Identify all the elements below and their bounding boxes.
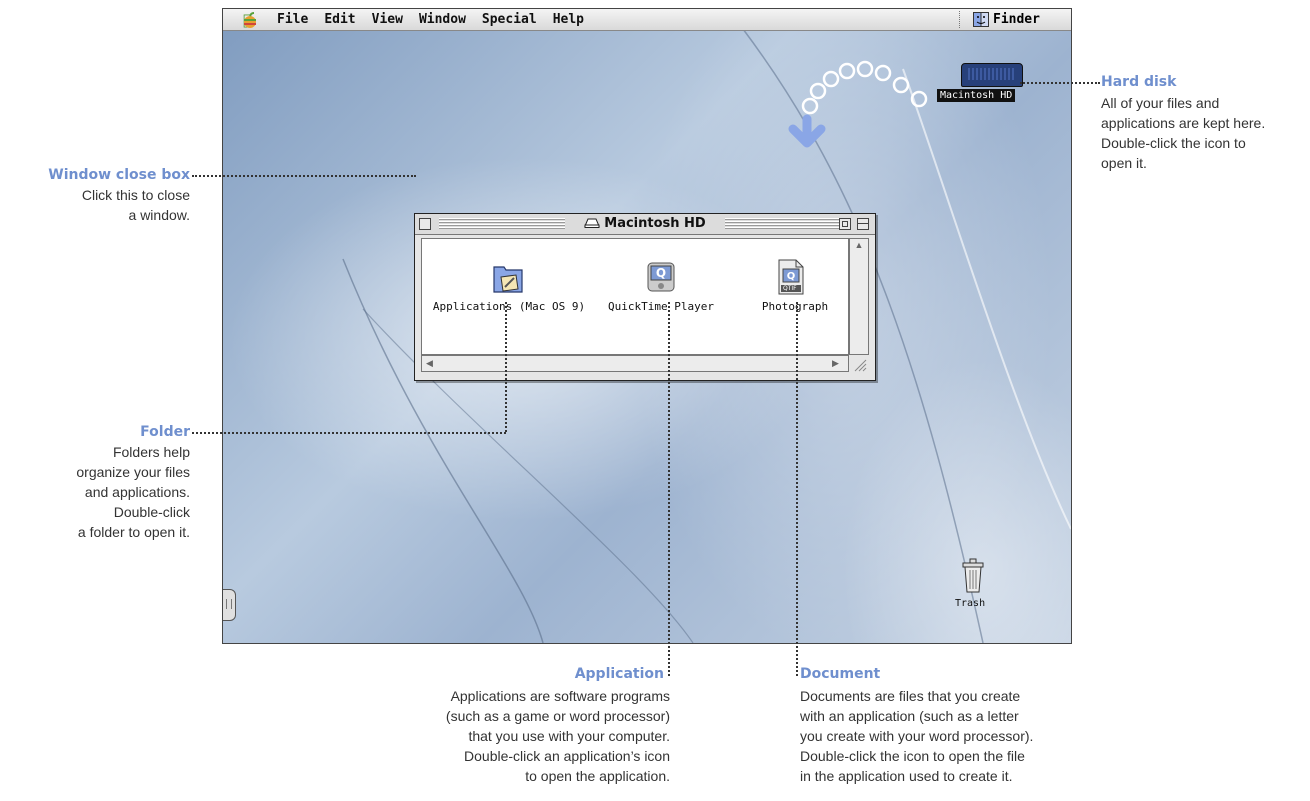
trash-icon[interactable] xyxy=(961,557,985,593)
window-title: Macintosh HD xyxy=(565,215,725,233)
quicktime-icon[interactable]: Q xyxy=(644,261,678,295)
app-menu-finder[interactable]: Finder xyxy=(993,9,1040,30)
window-content: Applications (Mac OS 9) Q QuickTime Play… xyxy=(421,238,849,355)
callout-application-body: Applications are software programs (such… xyxy=(445,688,670,784)
hard-disk-icon[interactable] xyxy=(961,63,1023,87)
svg-text:Q: Q xyxy=(787,271,796,282)
callout-hard-disk-body: All of your files and applications are k… xyxy=(1101,95,1266,171)
scroll-left-arrow-icon[interactable]: ◀ xyxy=(426,357,433,369)
menu-bar:  FileEditViewWindowSpecialHelp Finder xyxy=(223,9,1071,31)
menu-edit[interactable]: Edit xyxy=(316,9,363,30)
callout-application-title: Application xyxy=(574,666,664,682)
application-leader xyxy=(668,302,670,676)
folder-leader-v xyxy=(505,302,507,432)
hard-disk-leader xyxy=(1020,82,1100,84)
drive-small-icon xyxy=(584,218,601,228)
hard-disk-label[interactable]: Macintosh HD xyxy=(937,89,1016,102)
window-title-text: Macintosh HD xyxy=(604,216,706,231)
desktop-screen:  FileEditViewWindowSpecialHelp Finder M… xyxy=(222,8,1072,644)
scroll-right-arrow-icon[interactable]: ▶ xyxy=(832,357,839,369)
resize-grip-icon[interactable] xyxy=(851,356,867,372)
icon-label-applications[interactable]: Applications (Mac OS 9) xyxy=(422,300,596,313)
menu-special[interactable]: Special xyxy=(474,9,545,30)
control-strip-tab[interactable] xyxy=(223,589,236,621)
document-leader xyxy=(796,302,798,676)
qtif-badge: QTIF xyxy=(783,285,797,292)
folder-icon[interactable] xyxy=(492,263,526,295)
menu-view[interactable]: View xyxy=(364,9,411,30)
icon-label-quicktime[interactable]: QuickTime Player xyxy=(602,300,720,313)
finder-window[interactable]: Macintosh HD Applications (Mac OS 9) Q Q… xyxy=(414,213,876,381)
vertical-scrollbar[interactable]: ▲ xyxy=(849,238,869,355)
callout-close-box-title: Window close box xyxy=(48,167,190,183)
menu-window[interactable]: Window xyxy=(411,9,474,30)
menu-help[interactable]: Help xyxy=(545,9,592,30)
trash-label[interactable]: Trash xyxy=(955,598,985,609)
callout-document-title: Document xyxy=(800,666,881,682)
horizontal-scrollbar[interactable]: ◀ ▶ xyxy=(421,355,849,372)
zoom-box-icon[interactable] xyxy=(839,218,851,230)
close-box-leader xyxy=(192,175,416,177)
scroll-up-arrow-icon[interactable]: ▲ xyxy=(850,239,868,251)
callout-folder-body: Folders help organize your files and app… xyxy=(76,444,190,540)
folder-leader-h xyxy=(192,432,506,434)
window-title-bar[interactable]: Macintosh HD xyxy=(415,214,875,235)
close-box-icon[interactable] xyxy=(419,218,431,230)
icon-label-photograph[interactable]: Photograph xyxy=(752,300,838,313)
collapse-box-icon[interactable] xyxy=(857,218,869,230)
menu-items: File Edit View Window Special Help xyxy=(269,9,592,30)
menu-file[interactable]: File xyxy=(269,9,316,30)
svg-text:Q: Q xyxy=(656,266,666,280)
callout-document-body: Documents are files that you create with… xyxy=(800,688,1034,784)
menubar-divider xyxy=(959,11,961,28)
callout-folder-title: Folder xyxy=(140,424,190,440)
callout-close-box-body: Click this to close a window. xyxy=(81,187,190,223)
finder-icon xyxy=(973,12,989,27)
apple-logo-icon[interactable] xyxy=(242,12,258,28)
open-arrow-icon xyxy=(788,60,928,148)
callout-hard-disk-title: Hard disk xyxy=(1101,74,1177,90)
